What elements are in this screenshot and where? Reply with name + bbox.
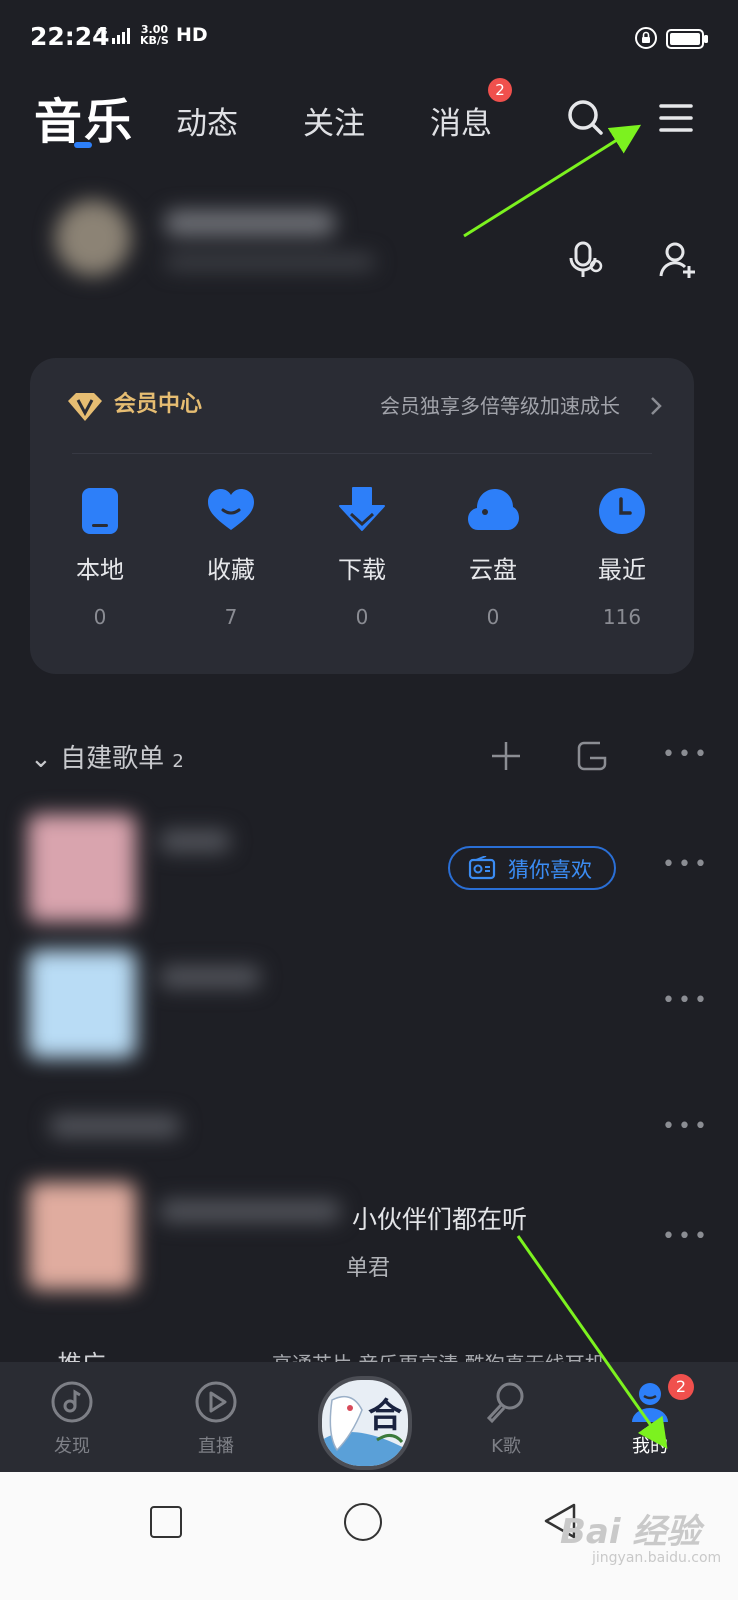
- discover-icon: [51, 1381, 93, 1423]
- quick-access-count: 7: [224, 605, 238, 629]
- vip-description[interactable]: 会员独享多倍等级加速成长: [380, 390, 620, 419]
- vip-center-title[interactable]: 会员中心: [114, 386, 202, 418]
- more-icon[interactable]: •••: [662, 988, 710, 1013]
- user-profile[interactable]: [55, 190, 385, 300]
- playlist-cover[interactable]: [28, 814, 136, 922]
- tab-label: 我的: [632, 1436, 668, 1457]
- tab-label: K歌: [491, 1436, 521, 1457]
- quick-access-favorites[interactable]: 收藏 7: [176, 486, 286, 629]
- live-play-icon: [195, 1381, 237, 1423]
- net-speed-unit: KB/S: [140, 34, 169, 47]
- tab-discover[interactable]: 发现: [12, 1380, 132, 1458]
- more-icon[interactable]: •••: [662, 852, 710, 877]
- singer-name: 单君: [346, 1256, 391, 1281]
- rotation-lock-icon: [634, 26, 658, 54]
- username-blurred: [165, 210, 335, 236]
- arrow-to-menu: [463, 124, 642, 238]
- quick-access-local[interactable]: 本地 0: [45, 486, 155, 629]
- cloud-icon: [468, 489, 519, 530]
- guess-you-like-label[interactable]: 猜你喜欢: [508, 854, 592, 884]
- chevron-right-icon[interactable]: [650, 396, 662, 420]
- more-icon[interactable]: •••: [662, 1224, 710, 1249]
- vip-card: 会员中心 会员独享多倍等级加速成长 本地 0 收藏 7 下载 0 云盘 0 最近…: [30, 358, 694, 674]
- hd-indicator: HD: [176, 24, 208, 46]
- more-icon[interactable]: •••: [662, 1114, 710, 1139]
- net-speed: 3.00 KB/S: [140, 24, 169, 46]
- home-button[interactable]: [344, 1503, 382, 1541]
- recent-apps-button[interactable]: [150, 1506, 182, 1538]
- avatar[interactable]: [55, 200, 131, 276]
- radio-icon: [468, 856, 496, 880]
- user-icon: [632, 1383, 668, 1422]
- quick-access-count: 0: [93, 605, 107, 629]
- quick-access-downloads[interactable]: 下载 0: [307, 486, 417, 629]
- user-subtitle-blurred: [165, 254, 375, 270]
- more-icon[interactable]: •••: [662, 742, 710, 767]
- tab-live[interactable]: 直播: [156, 1380, 276, 1458]
- tab-karaoke[interactable]: K歌: [446, 1380, 566, 1458]
- tab-messages[interactable]: 消息: [430, 98, 492, 143]
- playlist-cover[interactable]: [28, 1182, 136, 1290]
- add-friend-icon[interactable]: [658, 240, 698, 284]
- phone-icon: [82, 488, 118, 534]
- card-divider: [72, 453, 652, 454]
- network-indicator: 4G: [96, 26, 136, 48]
- tab-label: 直播: [198, 1436, 234, 1457]
- vip-diamond-icon: [66, 392, 104, 426]
- quick-access-count: 116: [602, 605, 642, 629]
- quick-access-label: 下载: [338, 556, 386, 584]
- quick-access-cloud[interactable]: 云盘 0: [438, 486, 548, 629]
- tab-feed[interactable]: 动态: [176, 98, 238, 143]
- friends-listening-label[interactable]: 小伙伴们都在听: [352, 1200, 527, 1236]
- tab-label: 发现: [54, 1436, 90, 1457]
- clock-icon: [599, 488, 645, 534]
- quick-access-label: 本地: [76, 556, 124, 584]
- playlist-list-blurred: [0, 770, 360, 1310]
- battery-icon: [666, 28, 710, 54]
- watermark-url: jingyan.baidu.com: [592, 1550, 722, 1566]
- mic-icon[interactable]: [566, 240, 604, 284]
- message-badge: 2: [488, 78, 512, 102]
- quick-access-label: 收藏: [207, 556, 255, 584]
- menu-icon[interactable]: [658, 100, 694, 136]
- import-icon[interactable]: [576, 740, 608, 776]
- quick-access-count: 0: [355, 605, 369, 629]
- active-tab-indicator: [74, 142, 92, 148]
- search-icon[interactable]: [566, 98, 606, 138]
- network-type: 4G: [96, 27, 107, 36]
- quick-access-label: 云盘: [469, 556, 517, 584]
- tab-follow[interactable]: 关注: [303, 98, 365, 143]
- system-nav-bar: Bai 经验 jingyan.baidu.com: [0, 1472, 738, 1600]
- heart-icon: [208, 489, 254, 530]
- quick-access-recent[interactable]: 最近 116: [567, 486, 677, 629]
- download-icon: [339, 487, 385, 531]
- album-art-char: 合: [368, 1396, 402, 1436]
- quick-access-count: 0: [486, 605, 500, 629]
- tab-badge: 2: [668, 1374, 694, 1400]
- plus-icon[interactable]: [490, 740, 522, 776]
- section-count: 2: [172, 751, 184, 772]
- watermark-logo: Bai 经验: [560, 1512, 701, 1552]
- quick-access-label: 最近: [598, 556, 646, 584]
- microphone-icon: [486, 1382, 524, 1424]
- playlist-cover[interactable]: [28, 950, 136, 1058]
- now-playing-disc[interactable]: 合: [318, 1376, 412, 1470]
